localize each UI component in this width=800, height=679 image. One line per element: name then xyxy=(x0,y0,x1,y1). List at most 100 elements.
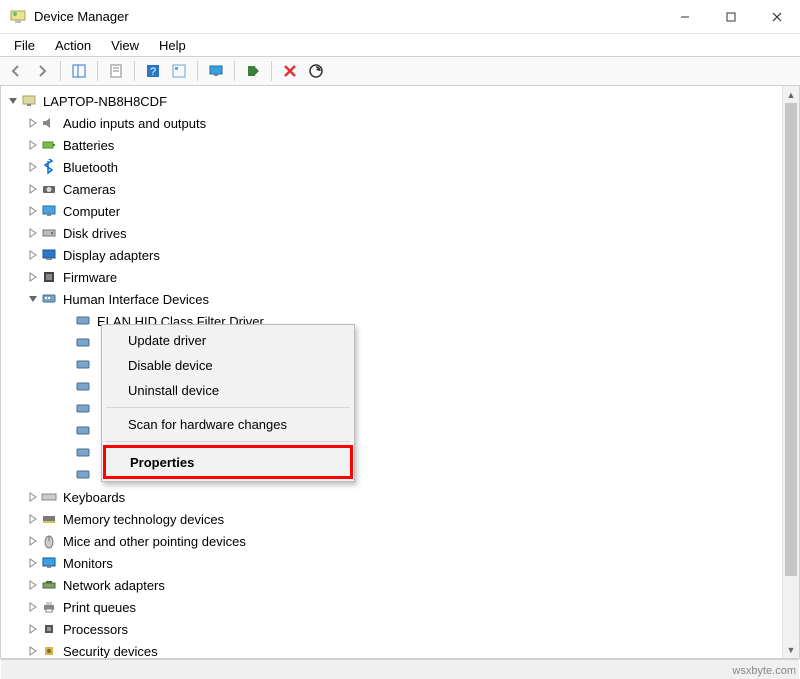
status-bar xyxy=(1,659,799,679)
toolbar-separator xyxy=(60,61,61,81)
scroll-up-icon[interactable]: ▲ xyxy=(783,86,799,103)
security-icon xyxy=(41,643,57,659)
toolbar-separator xyxy=(97,61,98,81)
uninstall-toolbar-icon[interactable] xyxy=(278,59,302,83)
tree-category-label: Cameras xyxy=(63,182,116,197)
chevron-down-icon[interactable] xyxy=(25,291,41,307)
tree-category[interactable]: Memory technology devices xyxy=(3,508,797,530)
tree-category-label: Computer xyxy=(63,204,120,219)
context-disable-device[interactable]: Disable device xyxy=(104,353,352,378)
chevron-right-icon[interactable] xyxy=(25,577,41,593)
chevron-right-icon[interactable] xyxy=(25,181,41,197)
context-menu: Update driver Disable device Uninstall d… xyxy=(101,324,355,482)
chevron-right-icon[interactable] xyxy=(25,621,41,637)
tree-category-label: Memory technology devices xyxy=(63,512,224,527)
chevron-right-icon[interactable] xyxy=(25,511,41,527)
tree-category[interactable]: Computer xyxy=(3,200,797,222)
keyboard-icon xyxy=(41,489,57,505)
tree-category[interactable]: Bluetooth xyxy=(3,156,797,178)
context-update-driver[interactable]: Update driver xyxy=(104,328,352,353)
vertical-scrollbar[interactable]: ▲ ▼ xyxy=(782,86,799,658)
chevron-right-icon[interactable] xyxy=(25,115,41,131)
toolbar-separator xyxy=(271,61,272,81)
help-toolbar-icon[interactable]: ? xyxy=(141,59,165,83)
chevron-right-icon[interactable] xyxy=(25,599,41,615)
battery-icon xyxy=(41,137,57,153)
title-bar: Device Manager xyxy=(0,0,800,34)
options-toolbar-icon[interactable] xyxy=(167,59,191,83)
chevron-right-icon[interactable] xyxy=(25,269,41,285)
app-icon xyxy=(10,9,26,25)
forward-icon[interactable] xyxy=(30,59,54,83)
tree-category[interactable]: Processors xyxy=(3,618,797,640)
chevron-right-icon[interactable] xyxy=(25,137,41,153)
disk-icon xyxy=(41,225,57,241)
context-properties[interactable]: Properties xyxy=(106,450,350,475)
tree-category-hid[interactable]: Human Interface Devices xyxy=(3,288,797,310)
watermark-text: wsxbyte.com xyxy=(732,665,796,677)
window-controls xyxy=(662,0,800,33)
tree-category[interactable]: Audio inputs and outputs xyxy=(3,112,797,134)
scroll-thumb[interactable] xyxy=(785,103,797,576)
menu-file[interactable]: File xyxy=(4,36,45,55)
chevron-down-icon[interactable] xyxy=(5,93,21,109)
show-hide-tree-icon[interactable] xyxy=(67,59,91,83)
tree-root[interactable]: LAPTOP-NB8H8CDF xyxy=(3,90,797,112)
tree-category[interactable]: Display adapters xyxy=(3,244,797,266)
hid-device-icon xyxy=(75,401,91,417)
update-driver-toolbar-icon[interactable] xyxy=(241,59,265,83)
chevron-right-icon[interactable] xyxy=(25,225,41,241)
context-scan-hardware[interactable]: Scan for hardware changes xyxy=(104,412,352,437)
tree-category[interactable]: Batteries xyxy=(3,134,797,156)
context-uninstall-device[interactable]: Uninstall device xyxy=(104,378,352,403)
scroll-down-icon[interactable]: ▼ xyxy=(783,641,799,658)
camera-icon xyxy=(41,181,57,197)
minimize-button[interactable] xyxy=(662,0,708,33)
tree-category[interactable]: Firmware xyxy=(3,266,797,288)
hid-device-icon xyxy=(75,445,91,461)
hid-device-icon xyxy=(75,335,91,351)
chevron-right-icon[interactable] xyxy=(25,489,41,505)
hid-device-icon xyxy=(75,467,91,483)
menu-view[interactable]: View xyxy=(101,36,149,55)
tree-category-label: Monitors xyxy=(63,556,113,571)
chevron-right-icon[interactable] xyxy=(25,643,41,659)
tree-root-label: LAPTOP-NB8H8CDF xyxy=(43,94,167,109)
display-icon xyxy=(41,247,57,263)
tree-category[interactable]: Cameras xyxy=(3,178,797,200)
toolbar: ? xyxy=(0,56,800,86)
chevron-right-icon[interactable] xyxy=(25,555,41,571)
close-button[interactable] xyxy=(754,0,800,33)
bluetooth-icon xyxy=(41,159,57,175)
tree-category[interactable]: Security devices xyxy=(3,640,797,659)
back-icon[interactable] xyxy=(4,59,28,83)
hid-icon xyxy=(41,291,57,307)
tree-category[interactable]: Keyboards xyxy=(3,486,797,508)
hid-device-icon xyxy=(75,423,91,439)
monitor-toolbar-icon[interactable] xyxy=(204,59,228,83)
tree-category[interactable]: Mice and other pointing devices xyxy=(3,530,797,552)
tree-category[interactable]: Network adapters xyxy=(3,574,797,596)
printer-icon xyxy=(41,599,57,615)
monitor-category-icon xyxy=(41,555,57,571)
chevron-right-icon[interactable] xyxy=(25,203,41,219)
chevron-right-icon[interactable] xyxy=(25,159,41,175)
tree-category[interactable]: Disk drives xyxy=(3,222,797,244)
maximize-button[interactable] xyxy=(708,0,754,33)
properties-toolbar-icon[interactable] xyxy=(104,59,128,83)
menu-help[interactable]: Help xyxy=(149,36,196,55)
tree-category-label: Mice and other pointing devices xyxy=(63,534,246,549)
tree-category[interactable]: Monitors xyxy=(3,552,797,574)
tree-category-label: Firmware xyxy=(63,270,117,285)
menu-action[interactable]: Action xyxy=(45,36,101,55)
speaker-icon xyxy=(41,115,57,131)
computer-root-icon xyxy=(21,93,37,109)
chevron-right-icon[interactable] xyxy=(25,247,41,263)
tree-category[interactable]: Print queues xyxy=(3,596,797,618)
tree-category-label: Print queues xyxy=(63,600,136,615)
scan-hardware-toolbar-icon[interactable] xyxy=(304,59,328,83)
scroll-track[interactable] xyxy=(783,103,799,641)
network-icon xyxy=(41,577,57,593)
chevron-right-icon[interactable] xyxy=(25,533,41,549)
tree-category-label: Security devices xyxy=(63,644,158,659)
